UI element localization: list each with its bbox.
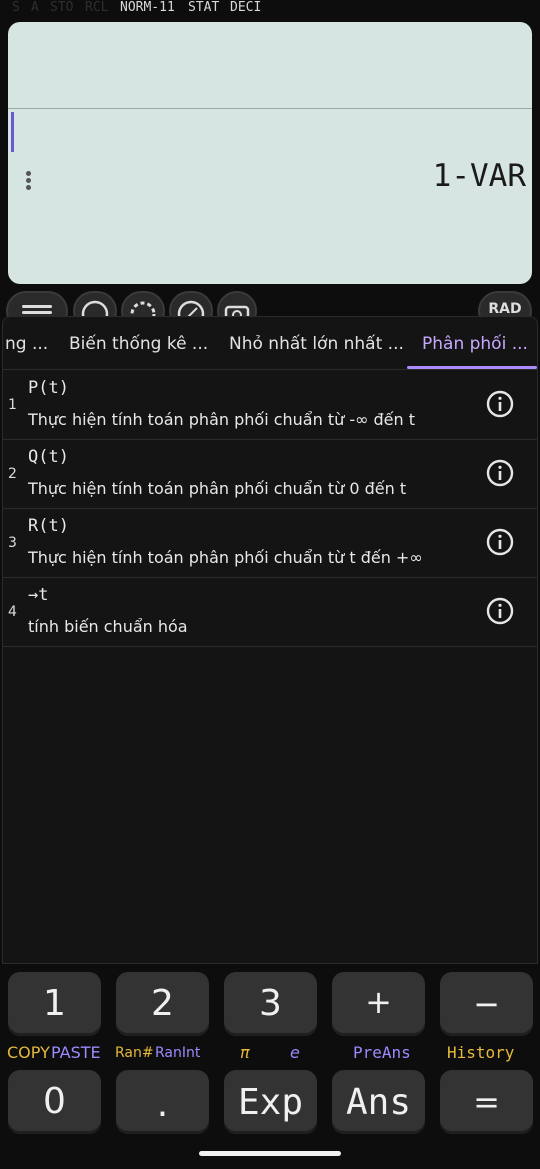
row-index: 2 (8, 466, 17, 482)
function-row-t[interactable]: 4 →t tính biến chuẩn hóa (3, 577, 537, 647)
display-result: 1-VAR (432, 158, 526, 194)
info-icon[interactable] (486, 459, 514, 487)
active-tab-indicator (407, 366, 537, 369)
display-divider (8, 108, 532, 109)
function-description: Thực hiện tính toán phân phối chuẩn từ 0… (28, 479, 407, 498)
key-equals[interactable]: = (440, 1070, 533, 1134)
key-minus[interactable]: − (440, 972, 533, 1036)
key-plus[interactable]: + (332, 972, 425, 1036)
ranint-label: RanInt (155, 1045, 201, 1061)
key-2[interactable]: 2 (116, 972, 209, 1036)
input-cursor (11, 112, 14, 152)
flag-a: A (31, 0, 39, 15)
flag-sto: STO (50, 0, 74, 15)
history-label: History (447, 1043, 515, 1062)
flag-s: S (12, 0, 20, 15)
camera-button[interactable] (217, 291, 257, 318)
tab-min-max[interactable]: Nhỏ nhất lớn nhất ... (229, 317, 404, 369)
function-description: Thực hiện tính toán phân phối chuẩn từ t… (28, 548, 423, 567)
tab-bar: ng ... Biến thống kê ... Nhỏ nhất lớn nh… (3, 317, 537, 370)
toolbar: RAD (0, 288, 540, 318)
calculator-display[interactable]: 1-VAR (8, 22, 532, 284)
function-row-r[interactable]: 3 R(t) Thực hiện tính toán phân phối chu… (3, 508, 537, 578)
function-panel: ng ... Biến thống kê ... Nhỏ nhất lớn nh… (2, 316, 538, 964)
key-0[interactable]: 0 (8, 1070, 101, 1134)
menu-button[interactable] (6, 291, 68, 318)
copy-label: COPY (7, 1043, 50, 1062)
more-options-icon[interactable] (20, 169, 36, 193)
function-name: →t (28, 585, 49, 605)
tab-partial[interactable]: ng ... (5, 317, 48, 369)
function-name: R(t) (28, 516, 69, 536)
pi-label: π (240, 1043, 250, 1062)
home-indicator[interactable] (199, 1151, 341, 1156)
key-decimal[interactable]: . (116, 1070, 209, 1134)
function-row-p[interactable]: 1 P(t) Thực hiện tính toán phân phối chu… (3, 370, 537, 440)
angle-mode-button[interactable]: RAD (478, 291, 532, 318)
ran-label: Ran# (115, 1045, 154, 1061)
plus-minus-button[interactable] (169, 291, 213, 318)
tab-distribution[interactable]: Phân phối ... (422, 317, 528, 369)
preans-label: PreAns (353, 1043, 411, 1062)
e-label: e (290, 1043, 300, 1062)
row-index: 3 (8, 535, 17, 551)
flag-stat: STAT (188, 0, 220, 15)
function-description: tính biến chuẩn hóa (28, 617, 188, 636)
tab-stat-variables[interactable]: Biến thống kê ... (69, 317, 208, 369)
flag-deci: DECI (230, 0, 262, 15)
info-icon[interactable] (486, 390, 514, 418)
flag-rcl: RCL (85, 0, 109, 15)
row-index: 4 (8, 604, 17, 620)
key-3[interactable]: 3 (224, 972, 317, 1036)
sigma-button[interactable] (73, 291, 117, 318)
function-description: Thực hiện tính toán phân phối chuẩn từ -… (28, 410, 416, 429)
info-icon[interactable] (486, 528, 514, 556)
key-ans[interactable]: Ans (332, 1070, 425, 1134)
status-bar: S A STO RCL NORM-11 STAT DECI (0, 0, 540, 16)
key-1[interactable]: 1 (8, 972, 101, 1036)
key-exp[interactable]: Exp (224, 1070, 317, 1134)
function-name: Q(t) (28, 447, 69, 467)
paste-label: PASTE (51, 1043, 101, 1062)
info-icon[interactable] (486, 597, 514, 625)
row-index: 1 (8, 397, 17, 413)
settings-button[interactable] (121, 291, 165, 318)
function-name: P(t) (28, 378, 69, 398)
flag-norm: NORM-11 (120, 0, 175, 15)
function-row-q[interactable]: 2 Q(t) Thực hiện tính toán phân phối chu… (3, 439, 537, 509)
